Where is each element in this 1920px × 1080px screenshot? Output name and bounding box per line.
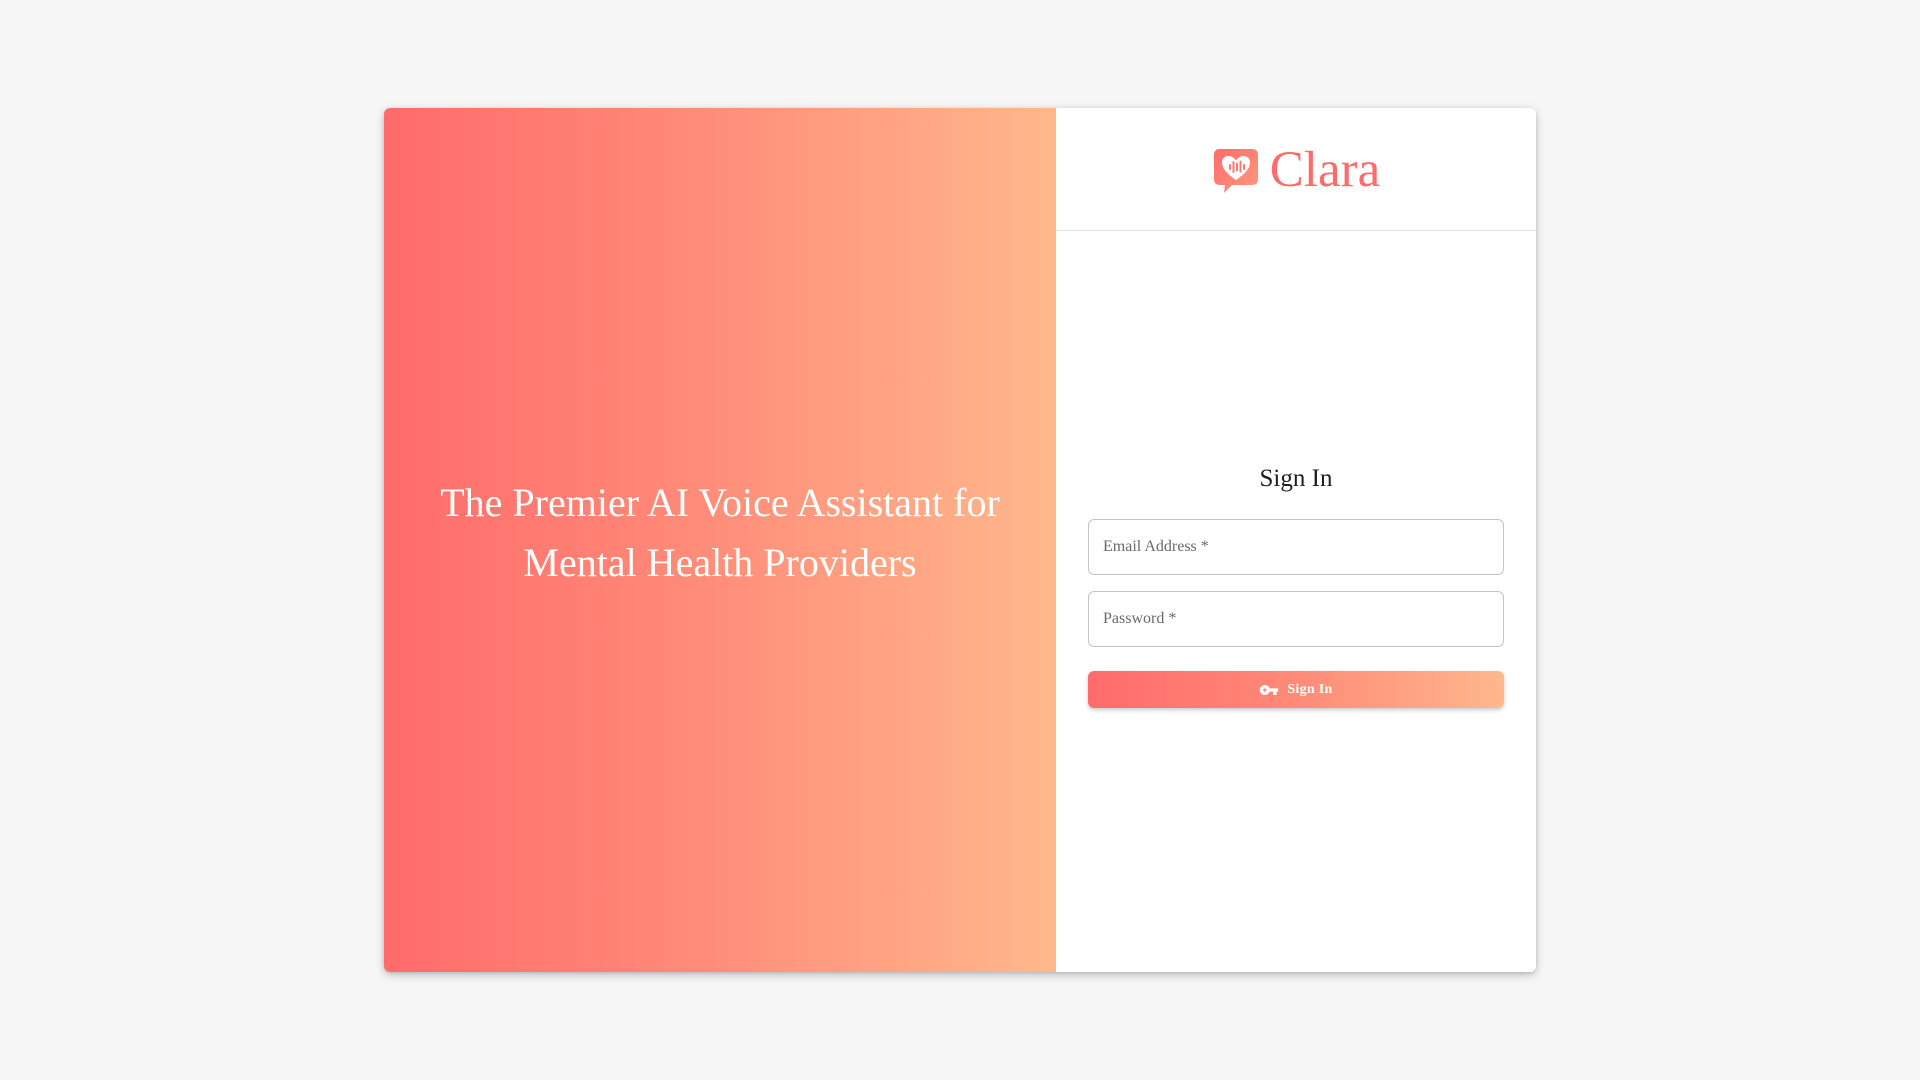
login-card: The Premier AI Voice Assistant for Menta…	[384, 108, 1536, 972]
email-input[interactable]	[1089, 520, 1503, 574]
password-field[interactable]	[1088, 591, 1504, 647]
hero-panel: The Premier AI Voice Assistant for Menta…	[384, 108, 1056, 972]
brand-name: Clara	[1269, 142, 1381, 198]
brand-logo: Clara	[1212, 140, 1380, 200]
signin-form: Sign In Sign In	[1056, 231, 1536, 972]
signin-button[interactable]: Sign In	[1088, 671, 1504, 708]
email-field[interactable]	[1088, 519, 1504, 575]
signin-button-label: Sign In	[1287, 681, 1333, 697]
signin-title: Sign In	[1259, 465, 1333, 492]
signin-panel: Clara Sign In Sign In	[1056, 108, 1536, 972]
heart-speech-bubble-icon	[1212, 147, 1260, 195]
key-icon	[1259, 680, 1279, 700]
password-input[interactable]	[1089, 592, 1503, 646]
hero-tagline: The Premier AI Voice Assistant for Menta…	[440, 480, 1000, 585]
panel-header: Clara	[1056, 108, 1536, 231]
